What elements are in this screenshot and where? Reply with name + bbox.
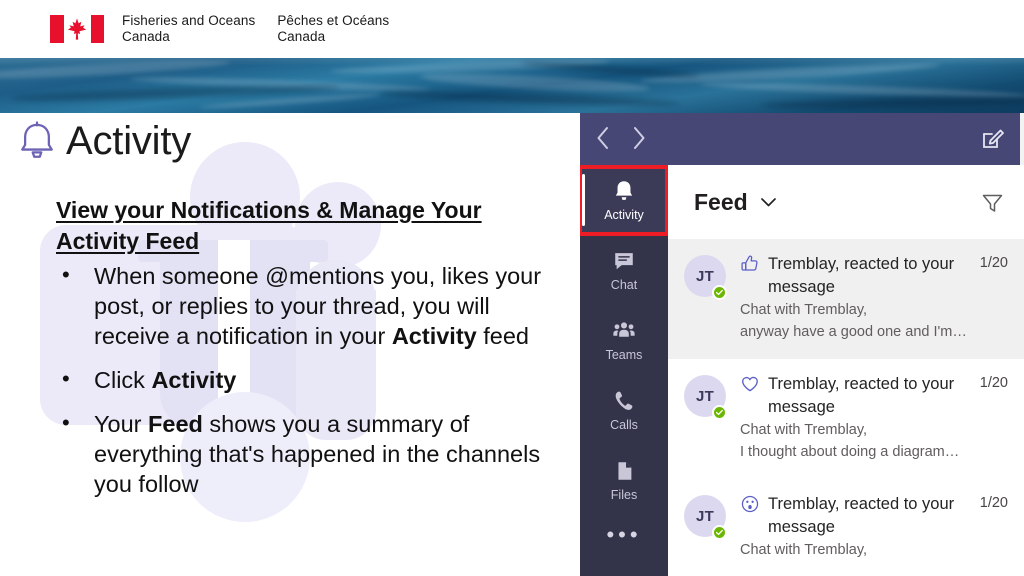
chat-bubble-icon — [612, 248, 636, 274]
feed-item[interactable]: JT Tremblay, reacted to your message 1/20 C… — [668, 479, 1024, 576]
bell-icon — [21, 121, 53, 158]
bullet-item: Your Feed shows you a summary of everyth… — [56, 408, 564, 499]
bullet-item: When someone @mentions you, likes your p… — [56, 260, 564, 351]
feed-item-subtitle-line2: anyway have a good one and I'm… — [740, 324, 967, 340]
teams-titlebar — [580, 113, 1024, 165]
bullet-emphasis: Activity — [391, 323, 477, 349]
sidebar-item-label: Files — [610, 488, 638, 502]
feed-item-body: Tremblay, reacted to your message 1/20 Cha… — [730, 373, 1008, 467]
bullet-item: Click Activity — [56, 364, 564, 395]
feed-item-subtitle-line1: Chat with Tremblay, — [740, 422, 868, 438]
sidebar-item-label: Chat — [610, 278, 638, 292]
feed-item-subtitle-line1: Chat with Tremblay, — [740, 542, 868, 558]
bullet-list: When someone @mentions you, likes your p… — [56, 260, 564, 513]
avatar: JT — [684, 255, 730, 347]
presence-available-icon — [712, 525, 727, 540]
feed-item[interactable]: JT Tremblay, reacted to your message 1/20 C… — [668, 239, 1024, 359]
feed-item-header: Tremblay, reacted to your message 1/20 — [740, 373, 1008, 419]
sidebar-more-button[interactable]: ••• — [580, 515, 668, 555]
thumbs-up-icon — [740, 254, 760, 274]
avatar: JT — [684, 375, 730, 467]
bullet-text: Your — [94, 411, 149, 437]
bell-icon — [612, 178, 636, 204]
slide-content: Activity View your Notifications & Manag… — [0, 113, 578, 576]
navigation-arrows — [595, 125, 647, 151]
department-name: Fisheries and Oceans Canada Pêches et Oc… — [122, 13, 389, 45]
maple-leaf-icon — [67, 18, 87, 40]
chevron-right-icon[interactable] — [631, 125, 647, 151]
government-header: Fisheries and Oceans Canada Pêches et Oc… — [0, 0, 1024, 58]
sidebar-item-chat[interactable]: Chat — [580, 235, 668, 305]
section-subheading: View your Notifications & Manage Your Ac… — [56, 197, 482, 254]
feed-item-subtitle-line2: I thought about doing a diagram… — [740, 444, 960, 460]
feed-item-header: Tremblay, reacted to your message 1/20 — [740, 493, 1008, 539]
compose-new-icon[interactable] — [981, 126, 1005, 150]
filter-funnel-icon[interactable] — [982, 194, 1003, 213]
chevron-down-icon[interactable] — [760, 197, 777, 208]
phone-icon — [612, 388, 636, 414]
department-name-fr: Pêches et Océans Canada — [277, 13, 390, 44]
activity-feed-list: JT Tremblay, reacted to your message 1/20 C… — [668, 239, 1024, 576]
file-icon — [612, 458, 636, 484]
government-logo: Fisheries and Oceans Canada Pêches et Oc… — [50, 13, 389, 45]
feed-item-header: Tremblay, reacted to your message 1/20 — [740, 253, 1008, 299]
sidebar-item-files[interactable]: Files — [580, 445, 668, 515]
presence-available-icon — [712, 285, 727, 300]
chevron-left-icon[interactable] — [595, 125, 611, 151]
department-name-en: Fisheries and Oceans Canada — [122, 13, 256, 44]
bullet-text: feed — [476, 323, 529, 349]
feed-item-date: 1/20 — [979, 375, 1008, 391]
page-title-row: Activity — [18, 118, 191, 164]
teams-app-screenshot: Activity Chat Teams Calls Files ••• Feed JT Tr… — [580, 113, 1024, 576]
feed-header: Feed — [668, 165, 1024, 239]
bullet-text: Click — [94, 367, 152, 393]
feed-item-body: Tremblay, reacted to your message 1/20 Cha… — [730, 253, 1008, 347]
feed-item[interactable]: JT Tremblay, reacted to your message 1/20 C… — [668, 359, 1024, 479]
sidebar-item-label: Calls — [610, 418, 638, 432]
feed-item-title: Tremblay, reacted to your message — [768, 495, 955, 536]
teams-app-rail: Activity Chat Teams Calls Files ••• — [580, 165, 669, 576]
feed-item-title: Tremblay, reacted to your message — [768, 255, 955, 296]
ocean-banner-image — [0, 58, 1024, 113]
avatar: JT — [684, 495, 730, 576]
feed-item-date: 1/20 — [979, 495, 1008, 511]
sidebar-item-teams[interactable]: Teams — [580, 305, 668, 375]
sidebar-item-activity[interactable]: Activity — [580, 165, 669, 236]
surprised-face-icon — [740, 494, 760, 514]
teams-people-icon — [612, 318, 636, 344]
sidebar-item-label: Activity — [604, 208, 644, 222]
canada-flag-icon — [50, 15, 104, 43]
sidebar-item-label: Teams — [605, 348, 643, 362]
presence-available-icon — [712, 405, 727, 420]
feed-dropdown-label[interactable]: Feed — [694, 189, 748, 216]
slide-canvas: Fisheries and Oceans Canada Pêches et Oc… — [0, 0, 1024, 576]
feed-item-title: Tremblay, reacted to your message — [768, 375, 955, 416]
activity-feed-pane: Feed JT Tremblay, reacted to your message… — [668, 165, 1024, 576]
feed-item-subtitle-line1: Chat with Tremblay, — [740, 302, 868, 318]
sidebar-item-calls[interactable]: Calls — [580, 375, 668, 445]
feed-item-body: Tremblay, reacted to your message 1/20 Cha… — [730, 493, 1008, 576]
teams-body: Activity Chat Teams Calls Files ••• Feed JT Tr… — [580, 165, 1024, 576]
bullet-emphasis: Activity — [151, 367, 237, 393]
page-title: Activity — [66, 119, 192, 163]
window-edge — [1020, 113, 1024, 165]
feed-item-date: 1/20 — [979, 255, 1008, 271]
bullet-emphasis: Feed — [148, 411, 203, 437]
heart-icon — [740, 374, 760, 394]
